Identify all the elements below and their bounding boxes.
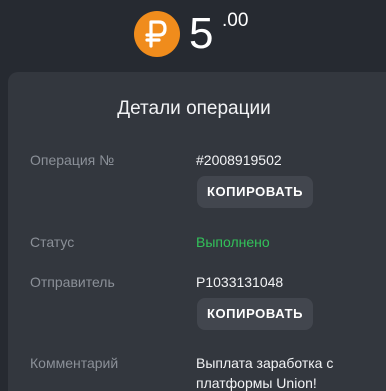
- sender-value: P1033131048: [196, 274, 284, 290]
- copy-operation-number-button[interactable]: КОПИРОВАТЬ: [197, 176, 313, 208]
- operation-number-value: #2008919502: [196, 152, 282, 168]
- sender-label: Отправитель: [30, 274, 115, 290]
- transaction-details-screen: 5 .00 Детали операции Операция № #200891…: [0, 0, 386, 391]
- copy-sender-button[interactable]: КОПИРОВАТЬ: [197, 298, 313, 330]
- ruble-symbol-icon: [145, 20, 167, 48]
- ruble-coin-icon: [134, 11, 180, 57]
- status-label: Статус: [30, 234, 75, 250]
- operation-number-label: Операция №: [30, 152, 115, 168]
- comment-label: Комментарий: [30, 355, 119, 371]
- balance-header: 5 .00: [0, 8, 386, 58]
- balance-amount-decimal: .00: [222, 10, 249, 31]
- comment-value: Выплата заработка с платформы Union!: [196, 355, 334, 391]
- status-value: Выполнено: [196, 234, 270, 250]
- panel-title: Детали операции: [117, 98, 271, 119]
- operation-details-panel: Детали операции Операция № #2008919502 К…: [8, 72, 386, 391]
- balance-amount-integer: 5: [189, 9, 214, 58]
